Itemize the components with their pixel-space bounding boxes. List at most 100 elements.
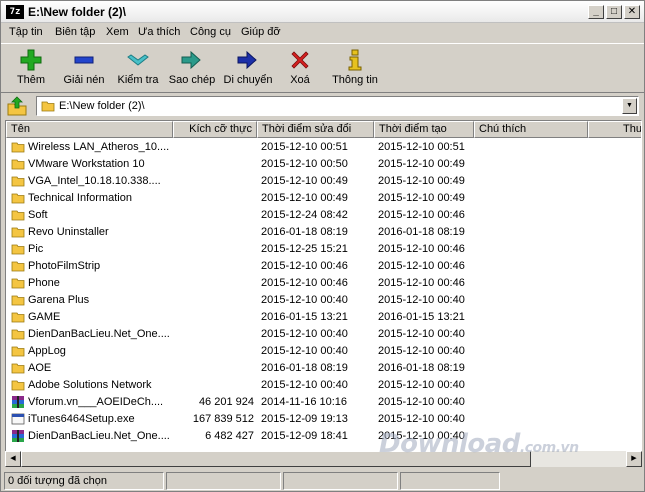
scroll-thumb[interactable] [21,451,531,467]
row-created: 2015-12-10 00:40 [378,413,465,425]
table-row[interactable]: Garena Plus 2015-12-10 00:40 2015-12-10 00… [6,292,641,309]
add-label: Thêm [16,74,46,86]
menu-file[interactable]: Tập tin [9,26,43,38]
column-created[interactable]: Thời điểm tạo [374,121,474,138]
table-row[interactable]: Phone 2015-12-10 00:46 2015-12-10 00:46 [6,275,641,292]
table-row[interactable]: Adobe Solutions Network 2015-12-10 00:40 2… [6,377,641,394]
row-modified: 2015-12-10 00:40 [261,379,348,391]
column-name[interactable]: Tên [6,121,173,138]
move-arrow-icon [237,50,257,70]
table-row[interactable]: Vforum.vn___AOEIDeCh.... 46 201 924 2014-1… [6,394,641,411]
row-modified: 2015-12-09 19:13 [261,413,348,425]
horizontal-scrollbar[interactable]: ◀ ▶ [5,451,642,467]
row-modified: 2015-12-10 00:40 [261,328,348,340]
maximize-button[interactable]: □ [606,5,622,19]
extract-button[interactable]: Giải nén [59,48,109,92]
address-input[interactable]: E:\New folder (2)\ ▼ [36,96,639,116]
menu-bar: Tập tin Biên tập Xem Ưa thích Công cụ Gi… [1,24,644,42]
menu-tools[interactable]: Công cụ [190,26,231,38]
column-more[interactable]: Thu [588,121,641,138]
up-arrow-folder-icon [7,96,27,116]
row-modified: 2016-01-18 08:19 [261,226,348,238]
archive-icon [12,396,24,408]
main-window: 7z E:\New folder (2)\ _ □ ✕ Tập tin Biên… [0,0,645,492]
row-modified: 2015-12-10 00:49 [261,175,348,187]
table-row[interactable]: VMware Workstation 10 2015-12-10 00:50 201… [6,156,641,173]
column-modified[interactable]: Thời điểm sửa đổi [257,121,374,138]
address-dropdown-button[interactable]: ▼ [622,98,637,114]
row-name: Soft [28,209,48,221]
folder-icon [11,261,25,272]
row-created: 2015-12-10 00:40 [378,345,465,357]
row-name: VGA_Intel_10.18.10.338.... [28,175,161,187]
delete-label: Xoá [290,74,310,86]
folder-icon [11,312,25,323]
row-name: Wireless LAN_Atheros_10.... [28,141,170,153]
menu-help[interactable]: Giúp đỡ [241,26,281,38]
row-modified: 2015-12-10 00:40 [261,345,348,357]
row-modified: 2015-12-10 00:50 [261,158,348,170]
toolbar: Thêm Giải nén Kiểm tra Sao chép Di chuyể… [1,43,644,93]
menu-favorites[interactable]: Ưa thích [138,26,180,38]
row-name: AOE [28,362,52,374]
minus-icon [74,56,94,64]
folder-icon [11,142,25,153]
status-panel-3 [283,472,398,490]
row-created: 2016-01-18 08:19 [378,362,465,374]
row-created: 2015-12-10 00:46 [378,260,465,272]
table-row[interactable]: DienDanBacLieu.Net_One.... 6 482 427 2015-… [6,428,641,445]
table-row[interactable]: VGA_Intel_10.18.10.338.... 2015-12-10 00:… [6,173,641,190]
status-bar: 0 đối tượng đã chọn [1,470,644,491]
table-row[interactable]: Pic 2015-12-25 15:21 2015-12-10 00:46 [6,241,641,258]
add-button[interactable]: Thêm [11,48,51,92]
exe-file-icon [11,413,25,425]
row-name: VMware Workstation 10 [28,158,145,170]
table-row[interactable]: Wireless LAN_Atheros_10.... 2015-12-10 00… [6,139,641,156]
title-bar[interactable]: 7z E:\New folder (2)\ _ □ ✕ [1,1,644,23]
row-name: Revo Uninstaller [28,226,109,238]
row-created: 2015-12-10 00:40 [378,379,465,391]
folder-icon [11,210,25,221]
row-name: DienDanBacLieu.Net_One.... [28,430,170,442]
table-row[interactable]: Technical Information 2015-12-10 00:49 201… [6,190,641,207]
minimize-button[interactable]: _ [588,5,604,19]
column-size[interactable]: Kích cỡ thực [173,121,257,138]
archive-icon [12,430,24,442]
table-row[interactable]: DienDanBacLieu.Net_One.... 2015-12-10 00:… [6,326,641,343]
row-modified: 2016-01-15 13:21 [261,311,348,323]
table-row[interactable]: Soft 2015-12-24 08:42 2015-12-10 00:46 [6,207,641,224]
row-modified: 2015-12-24 08:42 [261,209,348,221]
row-name: Garena Plus [28,294,90,306]
column-comment[interactable]: Chú thích [474,121,588,138]
info-button[interactable]: Thông tin [331,48,379,92]
table-row[interactable]: Revo Uninstaller 2016-01-18 08:19 2016-01-… [6,224,641,241]
folder-icon [11,278,25,289]
folder-icon [11,295,25,306]
scroll-left-button[interactable]: ◀ [5,451,21,467]
file-list[interactable]: Tên Kích cỡ thực Thời điểm sửa đổi Thời … [5,120,642,465]
status-selection: 0 đối tượng đã chọn [4,472,164,490]
row-name: iTunes6464Setup.exe [28,413,135,425]
up-folder-button[interactable] [5,96,29,116]
copy-button[interactable]: Sao chép [167,48,217,92]
menu-edit[interactable]: Biên tập [55,26,95,38]
row-name: AppLog [28,345,66,357]
row-modified: 2015-12-10 00:51 [261,141,348,153]
row-name: Pic [28,243,44,255]
table-row[interactable]: PhotoFilmStrip 2015-12-10 00:46 2015-12-10… [6,258,641,275]
move-button[interactable]: Di chuyển [221,48,275,92]
folder-icon [11,244,25,255]
row-modified: 2015-12-10 00:46 [261,260,348,272]
table-row[interactable]: AppLog 2015-12-10 00:40 2015-12-10 00:40 [6,343,641,360]
close-button[interactable]: ✕ [624,5,640,19]
delete-button[interactable]: Xoá [285,48,315,92]
scroll-right-button[interactable]: ▶ [626,451,642,467]
row-size: 46 201 924 [198,396,254,408]
row-created: 2015-12-10 00:40 [378,430,465,442]
table-row[interactable]: iTunes6464Setup.exe 167 839 512 2015-12-09… [6,411,641,428]
table-row[interactable]: AOE 2016-01-18 08:19 2016-01-18 08:19 [6,360,641,377]
row-created: 2015-12-10 00:49 [378,192,465,204]
table-row[interactable]: GAME 2016-01-15 13:21 2016-01-15 13:21 [6,309,641,326]
menu-view[interactable]: Xem [106,26,129,38]
test-button[interactable]: Kiểm tra [115,48,161,92]
